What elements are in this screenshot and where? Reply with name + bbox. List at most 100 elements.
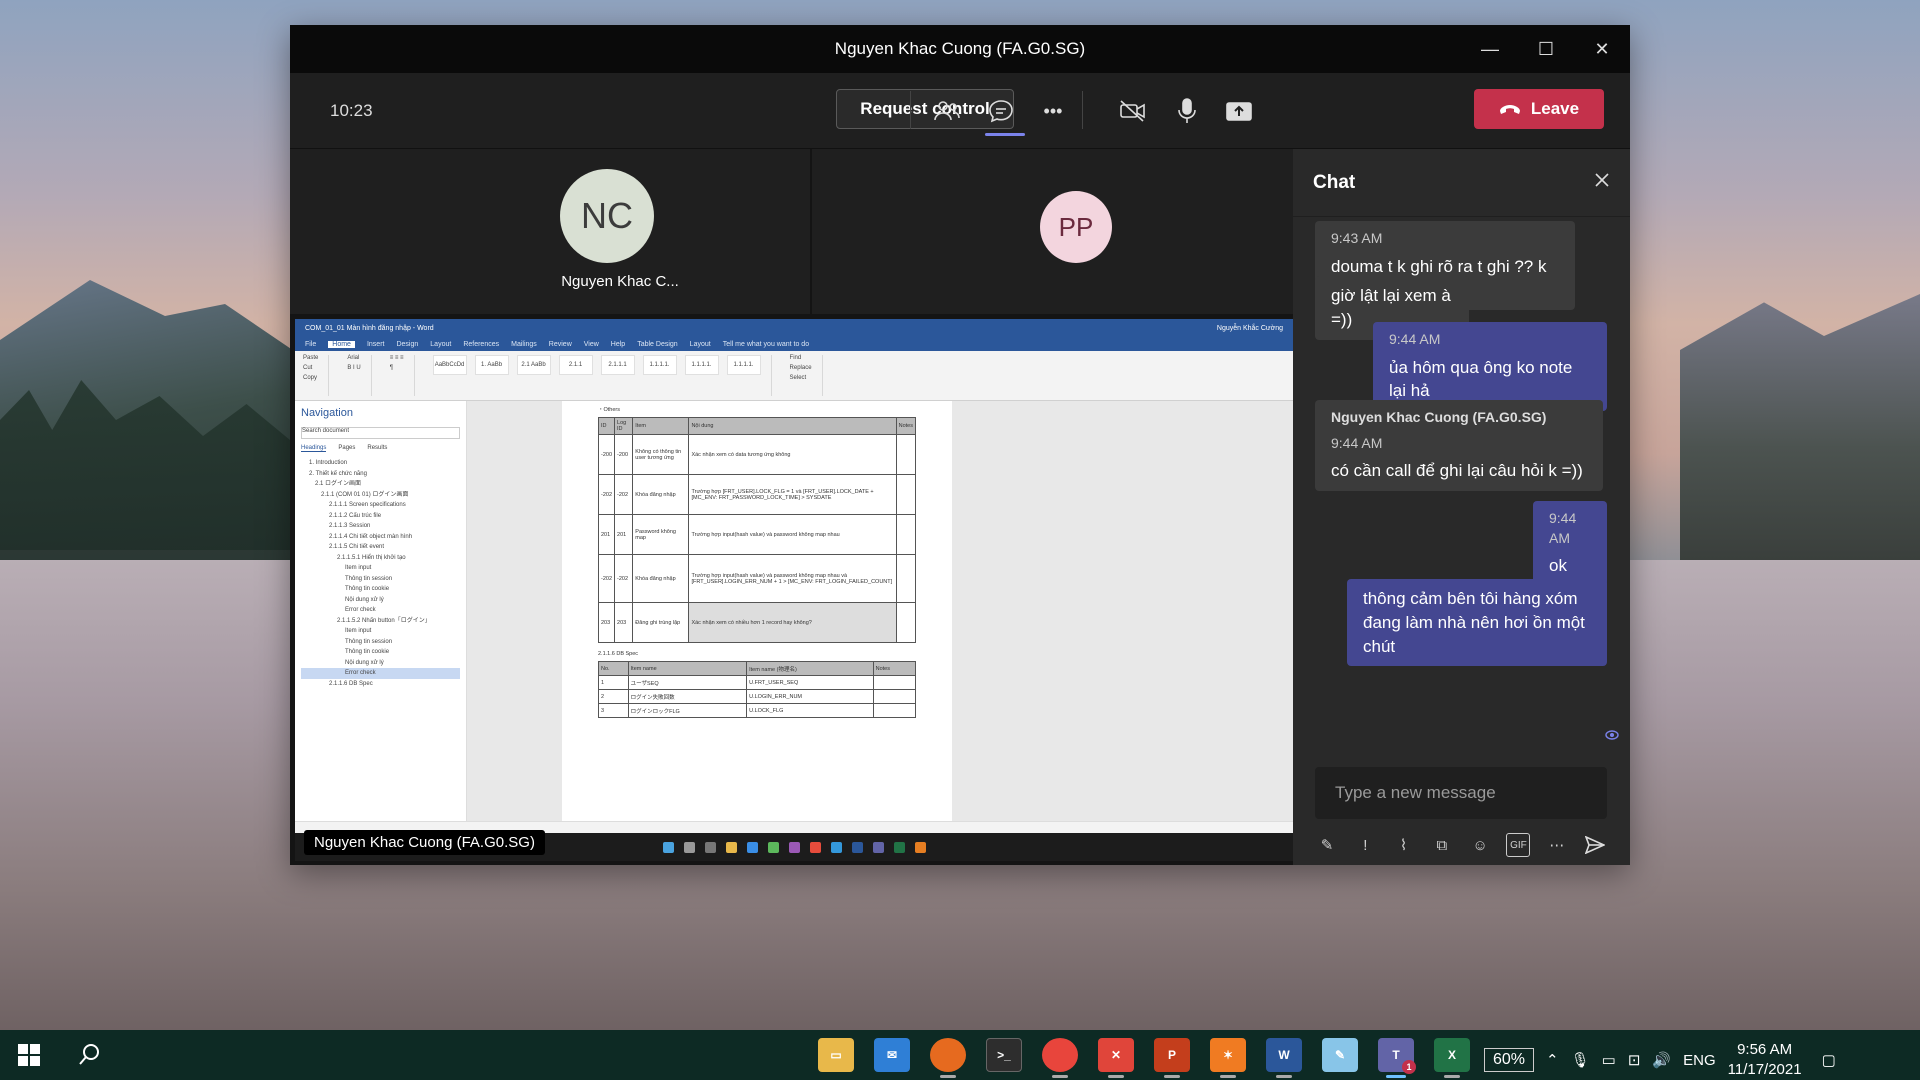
- table-cell: Password không map: [632, 514, 690, 555]
- table-cell: -202: [614, 474, 634, 515]
- microphone-tray-icon[interactable]: 🎙: [1571, 1051, 1590, 1069]
- style-swatch: 2.1 AaBb: [516, 355, 551, 375]
- word-menu-item: Mailings: [511, 340, 537, 348]
- toolbar-divider: [1082, 91, 1083, 129]
- xmind-icon[interactable]: ✕: [1098, 1038, 1134, 1078]
- table-cell: -202: [597, 474, 616, 515]
- word-menu-item: Review: [548, 340, 572, 348]
- format-icon[interactable]: ✎: [1315, 833, 1339, 857]
- table-cell: Trường hợp input(hash value) và password…: [688, 554, 897, 603]
- nav-tree-item: 2.1.1.4 Chi tiết object màn hình: [329, 533, 413, 540]
- table-header: Log ID: [614, 417, 634, 435]
- xampp-icon[interactable]: ✶: [1210, 1038, 1246, 1078]
- table-cell: Không có thông tin user tương ứng: [632, 434, 690, 475]
- style-swatch: 1.1.1.1.: [642, 355, 677, 375]
- word-titlebar: COM_01_01 Màn hình đăng nhập - Word Nguy…: [295, 319, 1293, 337]
- mail-icon[interactable]: ✉: [874, 1038, 910, 1072]
- emoji-icon[interactable]: ☺: [1468, 833, 1492, 857]
- table-header: Notes: [872, 661, 917, 676]
- window-titlebar: Nguyen Khac Cuong (FA.G0.SG) — ☐ ✕: [290, 25, 1630, 73]
- search-icon[interactable]: [78, 1042, 104, 1068]
- message-compose-input[interactable]: Type a new message: [1315, 767, 1607, 819]
- chat-icon[interactable]: [984, 94, 1025, 136]
- chrome-icon[interactable]: [1042, 1038, 1078, 1078]
- nav-tree-item: Item input: [345, 628, 372, 634]
- table-cell: [895, 474, 917, 515]
- table-cell: U.FRT_USER_SEQ: [746, 675, 874, 690]
- message-text: ok: [1549, 556, 1567, 576]
- system-clock[interactable]: 9:56 AM 11/17/2021: [1728, 1040, 1802, 1080]
- maximize-button[interactable]: ☐: [1518, 25, 1574, 73]
- more-options-icon[interactable]: ⋯: [1545, 833, 1569, 857]
- more-actions-icon[interactable]: •••: [1036, 94, 1070, 128]
- nav-tree-item: Nội dung xử lý: [345, 659, 384, 666]
- battery-percent[interactable]: 60%: [1484, 1048, 1535, 1072]
- nav-tree-item: Error check: [301, 668, 460, 679]
- chat-message-mine[interactable]: thông cảm bên tôi hàng xóm đang làm nhà …: [1347, 579, 1607, 667]
- chat-close-icon[interactable]: [1594, 172, 1610, 193]
- chat-title: Chat: [1313, 171, 1356, 193]
- table-cell: Đăng ghi trùng lặp: [632, 602, 690, 643]
- notification-icon[interactable]: ▢: [1822, 1051, 1836, 1069]
- compose-toolbar: ✎ ! ⌇ ⧉ ☺ GIF ⋯: [1315, 825, 1607, 865]
- share-screen-icon[interactable]: [1222, 94, 1256, 128]
- camera-off-icon[interactable]: [1116, 94, 1150, 128]
- style-swatch: 1. AaBb: [474, 355, 509, 375]
- shared-teams-icon: [872, 841, 884, 853]
- powerpoint-icon[interactable]: P: [1154, 1038, 1190, 1078]
- firefox-icon[interactable]: [930, 1038, 966, 1078]
- table-cell: 2: [598, 689, 629, 704]
- shared-app-icon: [788, 841, 800, 853]
- nav-search: Search document: [301, 427, 460, 439]
- excel-icon[interactable]: X: [1434, 1038, 1470, 1078]
- close-button[interactable]: ✕: [1574, 25, 1630, 73]
- terminal-icon[interactable]: >_: [986, 1038, 1022, 1072]
- battery-icon[interactable]: ▭: [1602, 1051, 1616, 1069]
- table-cell: Xác nhận xem có nhiều hơn 1 record hay k…: [688, 602, 897, 643]
- chat-message-mine[interactable]: 9:44 AM ok: [1533, 501, 1607, 586]
- minimize-button[interactable]: —: [1462, 25, 1518, 73]
- nav-tree-item: Item input: [345, 565, 372, 571]
- windows-start-icon[interactable]: [18, 1044, 40, 1066]
- shared-app-icon: [914, 841, 926, 853]
- sharer-name-label: Nguyen Khac Cuong (FA.G0.SG): [304, 830, 545, 855]
- loop-icon[interactable]: ⧉: [1430, 833, 1454, 857]
- message-time: 9:43 AM: [1331, 230, 1383, 246]
- chat-message[interactable]: Nguyen Khac Cuong (FA.G0.SG) 9:44 AM có …: [1315, 400, 1603, 491]
- participants-icon[interactable]: [930, 94, 964, 128]
- attach-icon[interactable]: ⌇: [1392, 833, 1416, 857]
- shared-screen[interactable]: COM_01_01 Màn hình đăng nhập - Word Nguy…: [295, 319, 1293, 861]
- send-icon[interactable]: [1583, 833, 1607, 857]
- shared-explorer-icon: [725, 841, 737, 853]
- chat-message-mine[interactable]: 9:44 AM ủa hôm qua ông ko note lại hả: [1373, 322, 1607, 412]
- file-explorer-icon[interactable]: ▭: [818, 1038, 854, 1072]
- table-header: ID: [597, 417, 616, 435]
- table-cell: U.LOGIN_ERR_NUM: [746, 689, 874, 704]
- teams-badge: 1: [1402, 1060, 1416, 1074]
- gif-icon[interactable]: GIF: [1506, 833, 1531, 857]
- word-icon[interactable]: W: [1266, 1038, 1302, 1078]
- chevron-up-icon[interactable]: ⌃: [1546, 1051, 1559, 1069]
- wallpaper-mountains-right: [1680, 294, 1920, 560]
- avatar-pp: PP: [1040, 191, 1112, 263]
- volume-icon[interactable]: 🔊: [1652, 1051, 1671, 1069]
- table-cell: 201: [614, 514, 634, 555]
- shared-app-icon: [767, 841, 779, 853]
- word-menu-item: Layout: [430, 340, 452, 348]
- nav-tree-item: Thông tin cookie: [345, 586, 390, 592]
- microphone-icon[interactable]: [1170, 94, 1204, 128]
- table-cell: -200: [597, 434, 616, 475]
- notepad-icon[interactable]: ✎: [1322, 1038, 1358, 1072]
- style-swatch: AaBbCcDd: [432, 355, 467, 375]
- window-controls: — ☐ ✕: [1462, 25, 1630, 73]
- leave-button[interactable]: Leave: [1474, 89, 1604, 129]
- toolbar-divider: [910, 91, 911, 129]
- important-icon[interactable]: !: [1353, 833, 1377, 857]
- message-text: có cần call để ghi lại câu hỏi k =)): [1331, 461, 1583, 481]
- table-cell: ユーザSEQ: [627, 675, 748, 690]
- teams-icon[interactable]: T1: [1378, 1038, 1416, 1078]
- table-cell: [895, 602, 917, 643]
- network-icon[interactable]: ⊡: [1628, 1051, 1641, 1069]
- language-indicator[interactable]: ENG: [1683, 1052, 1716, 1069]
- table-header: Item: [632, 417, 690, 435]
